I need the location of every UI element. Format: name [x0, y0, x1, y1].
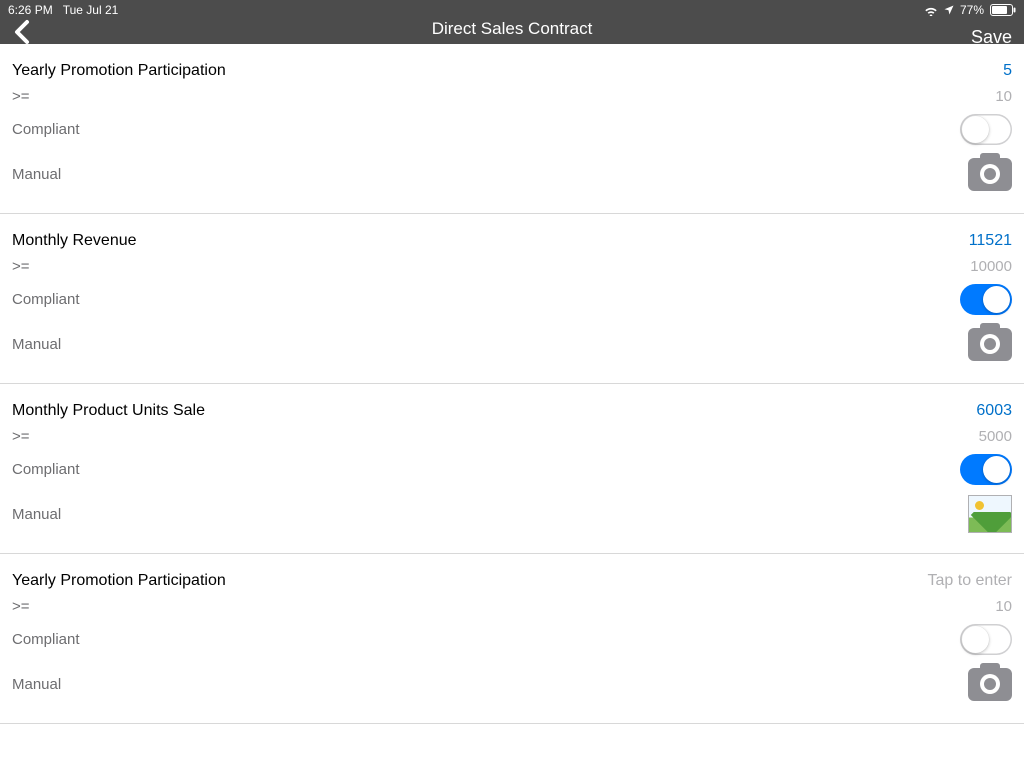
compliant-toggle[interactable] — [960, 624, 1012, 655]
metric-title: Monthly Product Units Sale — [12, 402, 205, 420]
location-icon — [944, 5, 954, 15]
compliant-label: Compliant — [12, 291, 80, 308]
metric-target: 10 — [995, 598, 1012, 615]
status-date: Tue Jul 21 — [63, 3, 119, 17]
metric-value[interactable]: 5 — [1003, 62, 1012, 80]
metric-section: Monthly Revenue 11521 >= 10000 Compliant Manu… — [0, 214, 1024, 384]
battery-icon — [990, 4, 1016, 16]
compliant-label: Compliant — [12, 461, 80, 478]
metric-value[interactable]: Tap to enter — [928, 572, 1013, 590]
metric-operator: >= — [12, 258, 30, 275]
metric-title: Monthly Revenue — [12, 232, 137, 250]
metric-value[interactable]: 11521 — [969, 232, 1012, 250]
camera-icon[interactable] — [968, 328, 1012, 361]
compliant-toggle[interactable] — [960, 284, 1012, 315]
metric-section: Yearly Promotion Participation 5 >= 10 Compl… — [0, 44, 1024, 214]
metric-section: Monthly Product Units Sale 6003 >= 5000 Comp… — [0, 384, 1024, 554]
metric-operator: >= — [12, 88, 30, 105]
manual-label: Manual — [12, 166, 61, 183]
wifi-icon — [924, 5, 938, 16]
nav-bar: Direct Sales Contract Save — [0, 20, 1024, 44]
manual-label: Manual — [12, 336, 61, 353]
camera-icon[interactable] — [968, 668, 1012, 701]
metric-target: 10 — [995, 88, 1012, 105]
metric-operator: >= — [12, 428, 30, 445]
battery-pct: 77% — [960, 3, 984, 17]
compliant-toggle[interactable] — [960, 454, 1012, 485]
attachment-thumbnail[interactable] — [968, 495, 1012, 533]
metric-operator: >= — [12, 598, 30, 615]
manual-label: Manual — [12, 506, 61, 523]
chevron-left-icon — [13, 19, 31, 45]
compliant-label: Compliant — [12, 121, 80, 138]
save-button[interactable]: Save — [971, 27, 1012, 48]
camera-icon[interactable] — [968, 158, 1012, 191]
compliant-label: Compliant — [12, 631, 80, 648]
metric-value[interactable]: 6003 — [976, 402, 1012, 420]
back-button[interactable] — [8, 18, 36, 46]
metric-section: Yearly Promotion Participation Tap to ent… — [0, 554, 1024, 724]
metric-title: Yearly Promotion Participation — [12, 62, 226, 80]
metric-target: 10000 — [970, 258, 1012, 275]
manual-label: Manual — [12, 676, 61, 693]
page-title: Direct Sales Contract — [432, 20, 593, 38]
compliant-toggle[interactable] — [960, 114, 1012, 145]
status-time: 6:26 PM — [8, 3, 53, 17]
metric-title: Yearly Promotion Participation — [12, 572, 226, 590]
metric-target: 5000 — [979, 428, 1012, 445]
status-bar: 6:26 PM Tue Jul 21 77% — [0, 0, 1024, 20]
